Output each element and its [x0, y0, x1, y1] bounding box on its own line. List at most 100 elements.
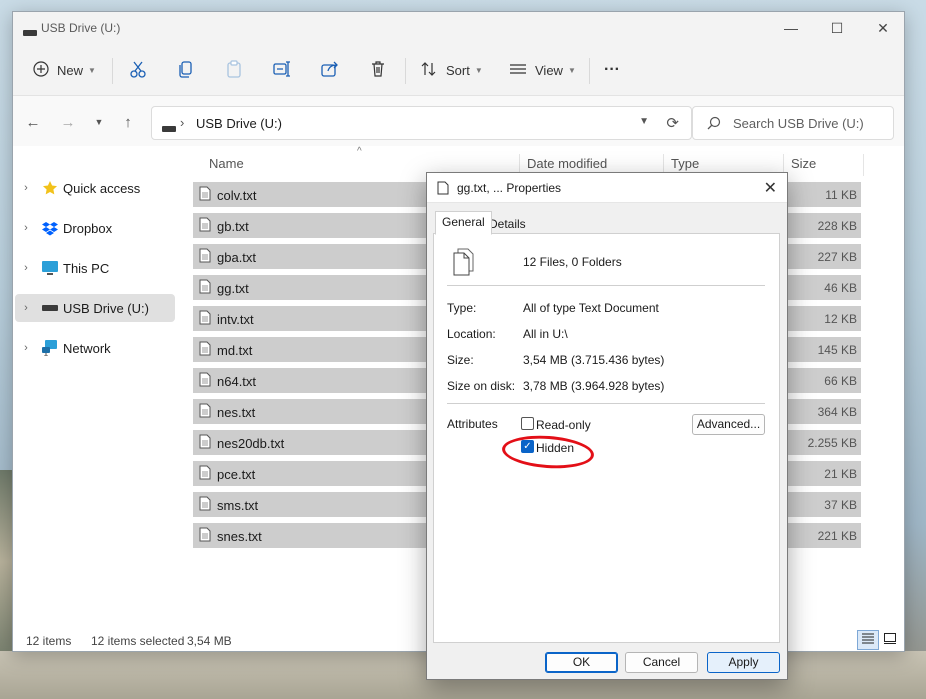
- details-view-button[interactable]: [857, 630, 879, 650]
- apply-button[interactable]: Apply: [707, 652, 780, 673]
- refresh-icon[interactable]: ⟳: [666, 114, 679, 132]
- breadcrumb-separator: ›: [180, 115, 185, 130]
- search-input[interactable]: Search USB Drive (U:): [692, 106, 894, 140]
- multiple-files-icon: [452, 248, 476, 279]
- chevron-down-icon: ▼: [94, 117, 104, 127]
- rename-button[interactable]: [273, 56, 291, 84]
- sidebar-item-label: Network: [63, 340, 111, 356]
- dropbox-icon: [37, 221, 63, 236]
- file-name: colv.txt: [217, 188, 257, 203]
- drive-icon: [23, 25, 37, 39]
- address-bar[interactable]: › USB Drive (U:) ▼ ⟳: [151, 106, 692, 140]
- details-view-icon: [862, 633, 874, 647]
- sort-ascending-icon: ^: [357, 146, 362, 157]
- list-view-icon: [509, 62, 527, 79]
- minimize-button[interactable]: —: [768, 12, 814, 44]
- properties-dialog: gg.txt, ... Properties ✕ General Details…: [426, 172, 788, 680]
- delete-button[interactable]: [369, 56, 387, 84]
- location-label: Location:: [447, 327, 496, 341]
- cut-button[interactable]: [129, 56, 147, 84]
- more-options-button[interactable]: ···: [604, 56, 620, 84]
- text-file-icon: [199, 434, 211, 452]
- chevron-down-icon: ▼: [567, 65, 576, 75]
- drive-icon: [162, 121, 176, 135]
- sidebar-item-usb-drive[interactable]: › USB Drive (U:): [15, 294, 175, 322]
- text-file-icon: [199, 341, 211, 359]
- file-size: 227 KB: [817, 250, 857, 264]
- recent-locations-button[interactable]: ▼: [87, 110, 111, 134]
- file-size: 221 KB: [817, 529, 857, 543]
- file-size: 228 KB: [817, 219, 857, 233]
- chevron-right-icon[interactable]: ›: [15, 262, 37, 274]
- text-file-icon: [199, 279, 211, 297]
- file-name: intv.txt: [217, 312, 254, 327]
- location-value: All in U:\: [523, 327, 568, 341]
- read-only-checkbox[interactable]: [521, 417, 534, 430]
- clipboard-icon: [225, 59, 243, 81]
- maximize-button[interactable]: ☐: [814, 12, 860, 44]
- breadcrumb[interactable]: USB Drive (U:): [196, 116, 282, 131]
- back-button[interactable]: ←: [21, 110, 45, 134]
- new-label: New: [57, 62, 84, 78]
- tiles-view-button[interactable]: [879, 630, 901, 650]
- copy-button[interactable]: [177, 56, 195, 84]
- forward-button[interactable]: →: [56, 110, 80, 134]
- sidebar-item-label: Dropbox: [63, 220, 113, 236]
- close-button[interactable]: ✕: [860, 12, 904, 44]
- sidebar-item-dropbox[interactable]: › Dropbox: [15, 214, 175, 242]
- star-icon: [37, 180, 63, 196]
- toolbar-divider: [112, 58, 113, 84]
- toolbar-divider: [589, 58, 590, 84]
- file-size: 46 KB: [824, 281, 857, 295]
- file-name: sms.txt: [217, 498, 259, 513]
- size-on-disk-label: Size on disk:: [447, 379, 516, 393]
- chevron-right-icon[interactable]: ›: [15, 182, 37, 194]
- up-button[interactable]: ↑: [116, 110, 140, 134]
- text-file-icon: [199, 496, 211, 514]
- search-icon: [707, 116, 721, 133]
- text-file-icon: [199, 527, 211, 545]
- sidebar-item-quick-access[interactable]: › Quick access: [15, 174, 175, 202]
- chevron-right-icon[interactable]: ›: [15, 222, 37, 234]
- new-button[interactable]: New ▼: [33, 56, 96, 84]
- file-name: gg.txt: [217, 281, 249, 296]
- read-only-label[interactable]: Read-only: [536, 418, 591, 432]
- text-file-icon: [199, 217, 211, 235]
- column-header-type[interactable]: Type: [671, 156, 699, 171]
- file-size: 2.255 KB: [807, 436, 857, 450]
- column-header-name[interactable]: Name: [209, 156, 244, 171]
- column-header-size[interactable]: Size: [791, 156, 816, 171]
- file-size: 21 KB: [824, 467, 857, 481]
- paste-button[interactable]: [225, 56, 243, 84]
- trash-icon: [369, 60, 387, 81]
- scissors-icon: [129, 60, 147, 81]
- network-icon: [37, 340, 63, 356]
- file-size: 11 KB: [825, 188, 857, 202]
- view-label: View: [535, 62, 563, 78]
- chevron-down-icon: ▼: [88, 65, 96, 75]
- chevron-down-icon[interactable]: ▼: [639, 116, 649, 127]
- ok-button[interactable]: OK: [545, 652, 618, 673]
- dialog-close-button[interactable]: ✕: [764, 178, 777, 198]
- cancel-button[interactable]: Cancel: [625, 652, 698, 673]
- share-button[interactable]: [321, 56, 339, 84]
- file-name: pce.txt: [217, 467, 256, 482]
- sort-button[interactable]: Sort ▼: [420, 56, 483, 84]
- chevron-right-icon[interactable]: ›: [15, 302, 37, 314]
- chevron-right-icon[interactable]: ›: [15, 342, 37, 354]
- column-header-date[interactable]: Date modified: [527, 156, 607, 171]
- address-row: ← → ▼ ↑ › USB Drive (U:) ▼ ⟳ Search USB …: [13, 96, 904, 146]
- dialog-title-bar: gg.txt, ... Properties ✕: [427, 173, 787, 203]
- tab-general[interactable]: General: [435, 211, 492, 235]
- divider: [447, 285, 765, 286]
- item-count: 12 items: [26, 634, 72, 648]
- rename-icon: [273, 60, 291, 81]
- view-button[interactable]: View ▼: [509, 56, 576, 84]
- sidebar-item-network[interactable]: › Network: [15, 334, 175, 362]
- file-name: nes20db.txt: [217, 436, 285, 451]
- sidebar-item-this-pc[interactable]: › This PC: [15, 254, 175, 282]
- sidebar-item-label: This PC: [63, 260, 110, 276]
- advanced-button[interactable]: Advanced...: [692, 414, 765, 435]
- size-label: Size:: [447, 353, 474, 367]
- file-size: 37 KB: [824, 498, 857, 512]
